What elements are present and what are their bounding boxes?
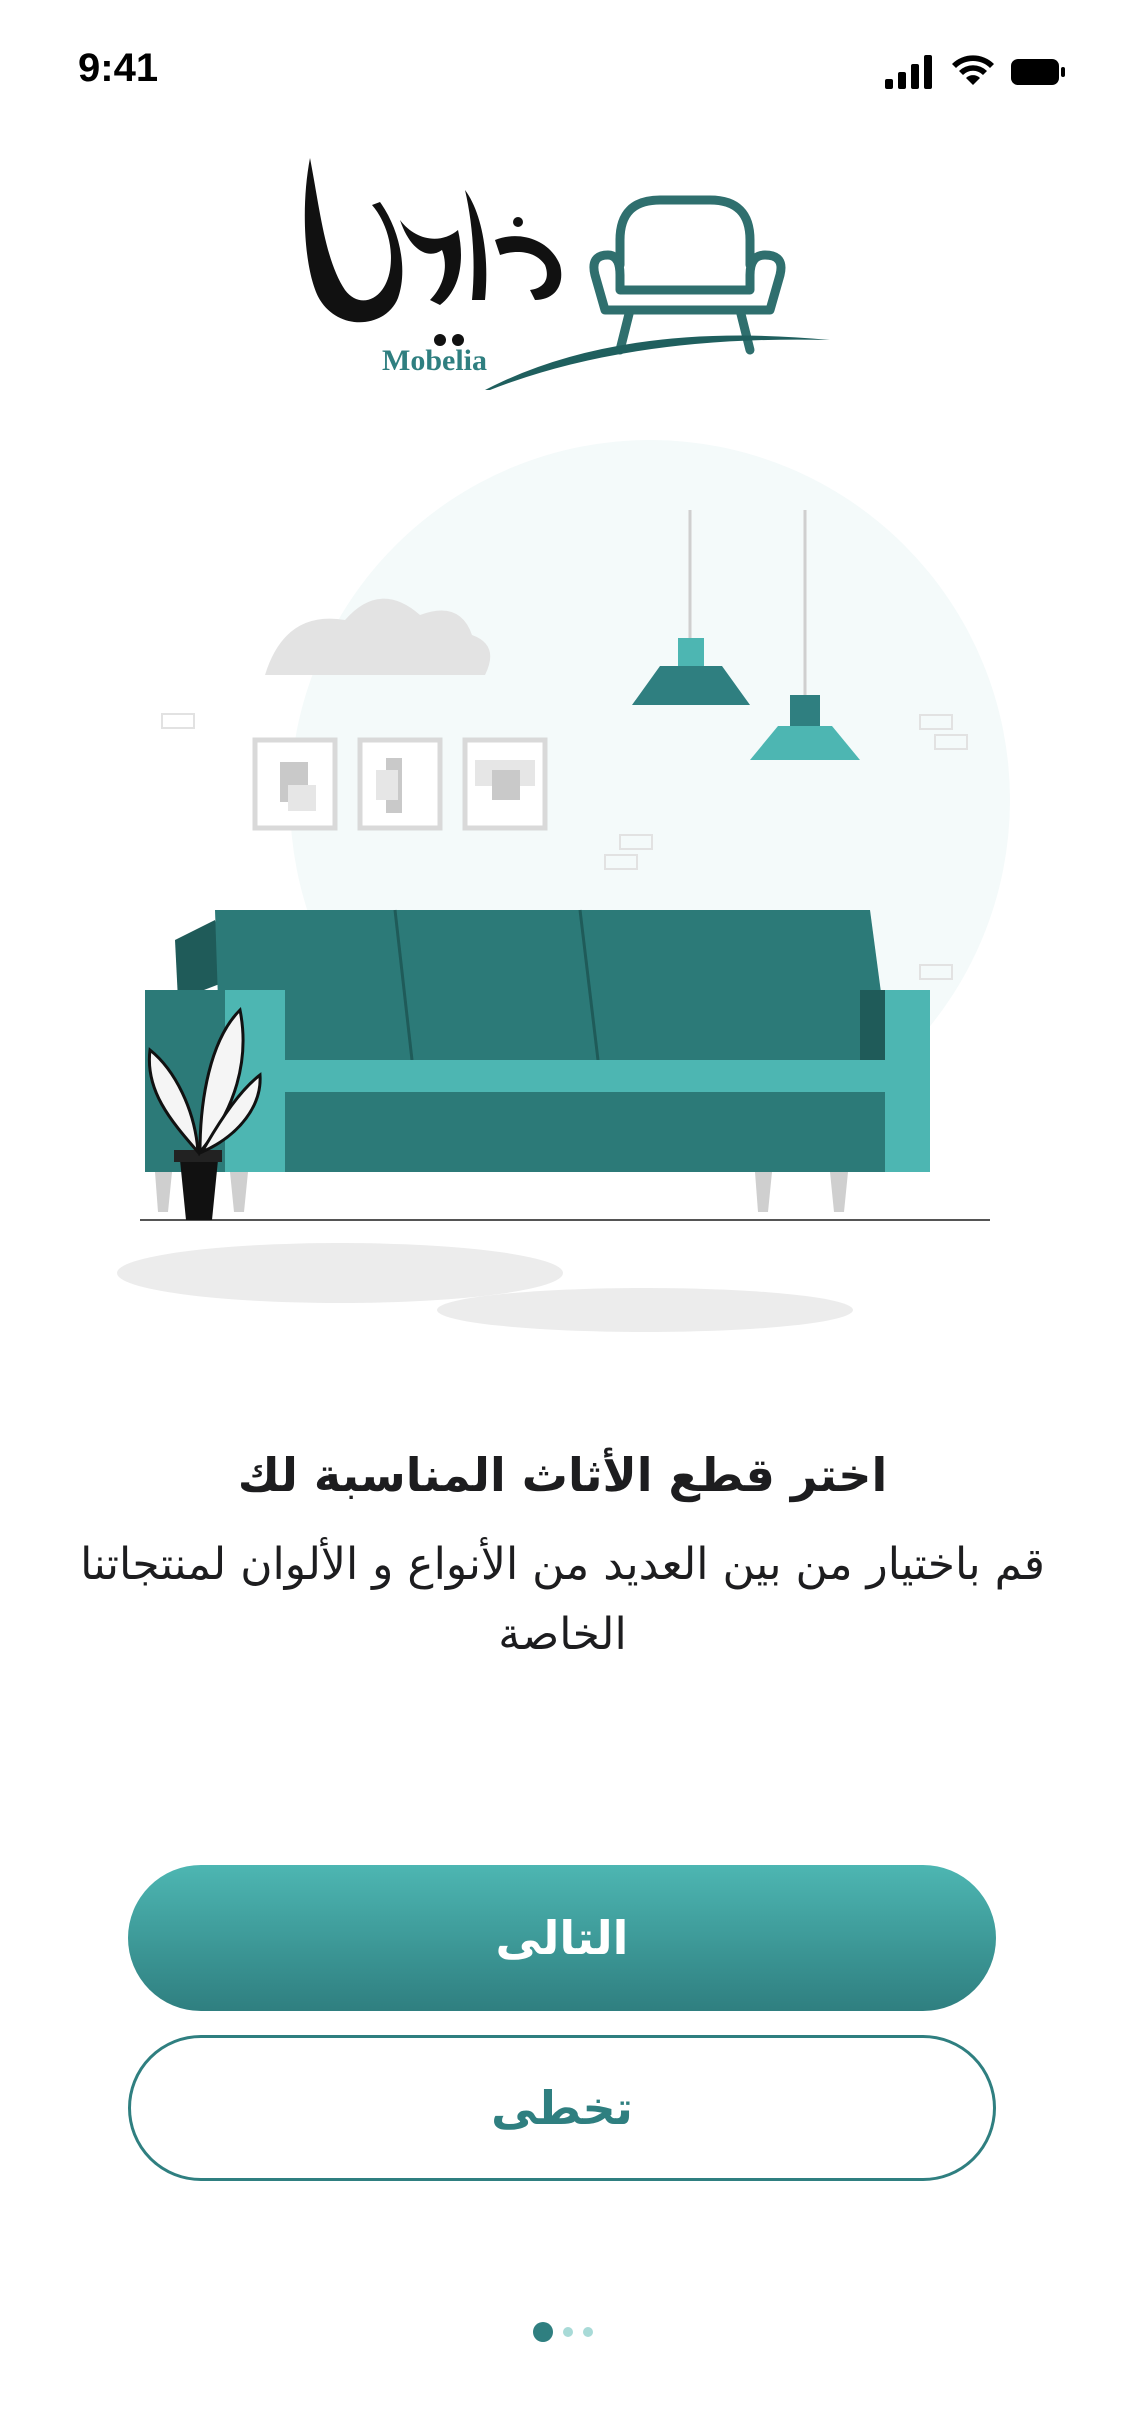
brand-logo: Mobelia — [290, 150, 830, 390]
onboarding-subtitle: قم باختيار من بين العديد من الأنواع و ال… — [80, 1539, 1045, 1660]
armchair-icon — [589, 195, 786, 355]
status-time: 9:41 — [78, 46, 159, 90]
next-button[interactable]: التالى — [128, 1865, 996, 2011]
status-bar: 9:41 — [0, 0, 1125, 140]
skip-button[interactable]: تخطى — [128, 2035, 996, 2181]
onboarding-text: اختر قطع الأثاث المناسبة لك قم باختيار م… — [0, 1440, 1125, 1670]
skip-button-label: تخطى — [491, 2081, 633, 2135]
status-icons — [885, 52, 1065, 92]
onboarding-illustration — [100, 440, 1030, 1360]
latin-wordmark: Mobelia — [382, 344, 487, 377]
page-indicator — [0, 2322, 1125, 2342]
onboarding-title: اختر قطع الأثاث المناسبة لك — [237, 1448, 888, 1502]
page-dot — [562, 2327, 573, 2337]
page-dot — [582, 2327, 593, 2337]
logo-swoosh — [485, 335, 830, 390]
wifi-icon — [952, 55, 994, 85]
picture-frame-icon — [252, 737, 548, 831]
next-button-label: التالى — [495, 1911, 629, 1965]
page-dot-active — [532, 2322, 553, 2342]
battery-icon — [1011, 59, 1065, 85]
arabic-wordmark — [304, 158, 562, 346]
signal-icon — [885, 55, 932, 89]
sofa-icon — [145, 909, 930, 1212]
